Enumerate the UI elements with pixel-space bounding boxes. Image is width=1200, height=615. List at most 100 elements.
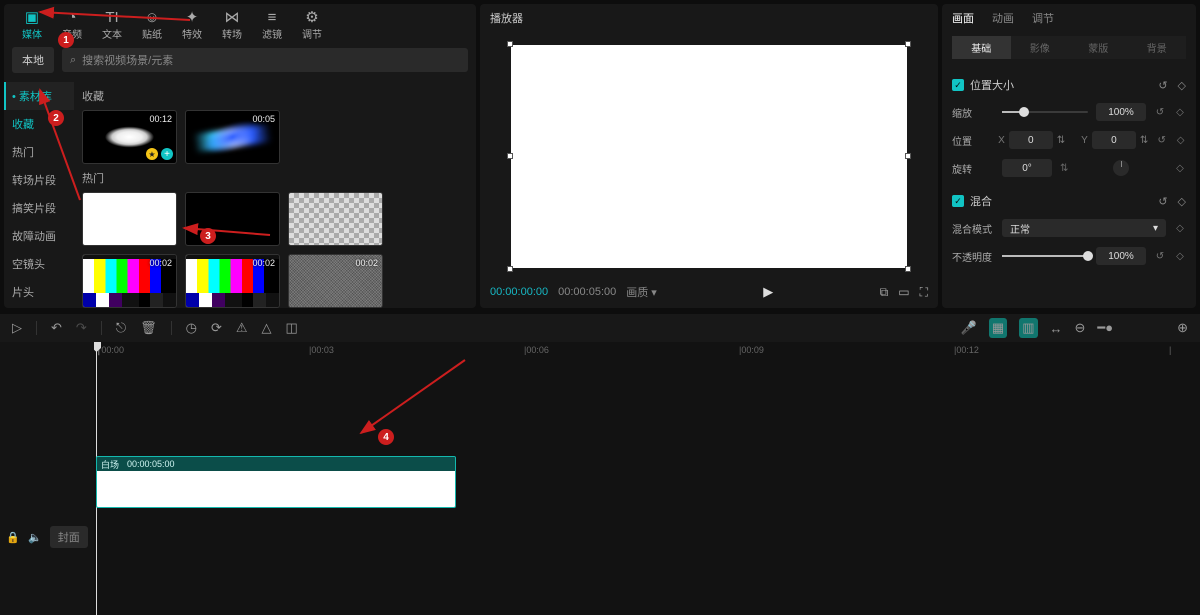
time-ruler[interactable]: ┃00:00 |00:03 |00:06 |00:09 |00:12 | (94, 342, 1200, 360)
slider-scale[interactable] (1002, 111, 1088, 113)
subtab-basic[interactable]: 基础 (952, 36, 1011, 59)
side-library[interactable]: • 素材库 (4, 82, 74, 110)
zoom-in-icon[interactable]: ⊕ (1177, 320, 1188, 336)
handle-bl[interactable] (507, 266, 513, 272)
rot-value[interactable]: 0° (1002, 159, 1052, 177)
clip-thumb-bars[interactable]: 00:02 (185, 254, 280, 308)
lock-icon[interactable]: 🔒 (6, 531, 20, 544)
play-button[interactable]: ▶ (667, 284, 870, 300)
reset-mix-icon[interactable]: ↺ (1158, 195, 1167, 208)
speed-icon[interactable]: ◷ (186, 320, 197, 336)
side-transition-clips[interactable]: 转场片段 (4, 166, 74, 194)
reset-scale-icon[interactable]: ↺ (1154, 107, 1166, 118)
media-side-nav: • 素材库 收藏 热门 转场片段 搞笑片段 故障动画 空镜头 片头 (4, 80, 74, 308)
player-stage[interactable] (480, 32, 938, 280)
mixmode-select[interactable]: 正常▾ (1002, 219, 1166, 237)
kf-mix-icon[interactable]: ◇ (1178, 195, 1186, 208)
redo-icon[interactable]: ↷ (76, 320, 87, 336)
kf-mixmode-icon[interactable]: ◇ (1174, 223, 1186, 234)
mic-icon[interactable]: 🎤 (961, 320, 977, 336)
side-empty-shot[interactable]: 空镜头 (4, 250, 74, 278)
timeline-clip[interactable]: 白场00:00:05:00 (96, 456, 456, 508)
kf-rot-icon[interactable]: ◇ (1174, 163, 1186, 174)
pos-y[interactable]: 0 (1092, 131, 1136, 149)
rot-knob[interactable] (1113, 160, 1129, 176)
nav-transition[interactable]: ⋈转场 (212, 8, 252, 41)
add-icon[interactable]: + (161, 148, 173, 160)
subtab-mask[interactable]: 蒙版 (1069, 36, 1128, 59)
handle-ml[interactable] (507, 153, 513, 159)
keyframe-icon[interactable]: ◇ (1178, 79, 1186, 92)
slider-opacity[interactable] (1002, 255, 1088, 257)
reset-pos-icon[interactable]: ↺ (1156, 135, 1167, 146)
handle-mr[interactable] (905, 153, 911, 159)
delete-icon[interactable]: 🗑 (140, 320, 157, 336)
anno-badge-4: 4 (378, 429, 394, 445)
flip-v-icon[interactable]: △ (262, 320, 272, 336)
side-glitch[interactable]: 故障动画 (4, 222, 74, 250)
opacity-value[interactable]: 100% (1096, 247, 1146, 265)
subtab-bg[interactable]: 背景 (1128, 36, 1187, 59)
player-canvas[interactable] (511, 45, 907, 268)
reset-icon[interactable]: ↺ (1158, 79, 1167, 92)
clip-thumb-white[interactable] (82, 192, 177, 246)
zoom-slider[interactable]: ━● (1097, 320, 1113, 336)
track-magnet-icon[interactable]: ▦ (989, 318, 1007, 338)
handle-tr[interactable] (905, 41, 911, 47)
handle-br[interactable] (905, 266, 911, 272)
side-intro[interactable]: 片头 (4, 278, 74, 306)
ratio-icon[interactable]: ⧉ (880, 285, 889, 300)
timeline-tracks[interactable]: ┃00:00 |00:03 |00:06 |00:09 |00:12 | 白场0… (94, 342, 1200, 615)
tab-adjust[interactable]: 调节 (1032, 10, 1054, 26)
local-button[interactable]: 本地 (12, 47, 54, 73)
nav-effect[interactable]: ✦特效 (172, 8, 212, 41)
media-panel: ▣媒体 ◔音频 TI文本 ☺贴纸 ✦特效 ⋈转场 ≡滤镜 ⚙调节 本地 ⌕搜索视… (4, 4, 476, 308)
nav-filter[interactable]: ≡滤镜 (252, 8, 292, 41)
zoom-out-icon[interactable]: ⊖ (1075, 320, 1086, 336)
quality-select[interactable]: 画质 ▾ (626, 284, 657, 300)
nav-media[interactable]: ▣媒体 (12, 8, 52, 41)
align-icon[interactable]: ↔ (1050, 321, 1063, 336)
filter-icon: ≡ (252, 8, 292, 26)
flip-h-icon[interactable]: ⚠ (236, 320, 248, 336)
rotate-cw-icon[interactable]: ⟳ (211, 320, 222, 336)
player-title: 播放器 (480, 4, 938, 32)
text-icon: TI (92, 8, 132, 26)
clip-thumb-alpha[interactable] (288, 192, 383, 246)
crop-icon[interactable]: ◫ (286, 320, 298, 336)
clip-thumb-noise[interactable]: 00:02 (288, 254, 383, 308)
subtab-image[interactable]: 影像 (1011, 36, 1070, 59)
tab-anim[interactable]: 动画 (992, 10, 1014, 26)
undo-icon[interactable]: ↶ (51, 320, 62, 336)
nav-adjust[interactable]: ⚙调节 (292, 8, 332, 41)
adjust-icon: ⚙ (292, 8, 332, 26)
kf-pos-icon[interactable]: ◇ (1175, 135, 1186, 146)
split-icon[interactable]: ⎋ (116, 320, 126, 336)
mute-icon[interactable]: 🔈 (28, 531, 42, 544)
star-icon[interactable]: ★ (146, 148, 158, 160)
side-hot[interactable]: 热门 (4, 138, 74, 166)
checkbox-mix[interactable]: ✓ (952, 195, 964, 207)
checkbox-pos-size[interactable]: ✓ (952, 79, 964, 91)
track-link-icon[interactable]: ▥ (1019, 318, 1037, 338)
nav-sticker[interactable]: ☺贴纸 (132, 8, 172, 41)
cover-button[interactable]: 封面 (50, 526, 88, 548)
clip-thumb[interactable]: 00:05 (185, 110, 280, 164)
kf-scale-icon[interactable]: ◇ (1174, 107, 1186, 118)
pos-x[interactable]: 0 (1009, 131, 1053, 149)
side-funny-clips[interactable]: 搞笑片段 (4, 194, 74, 222)
select-tool-icon[interactable]: ▷ (12, 320, 22, 336)
reset-opacity-icon[interactable]: ↺ (1154, 251, 1166, 262)
compare-icon[interactable]: ▭ (898, 285, 909, 299)
side-fav[interactable]: 收藏 (4, 110, 74, 138)
search-input[interactable]: ⌕搜索视频场景/元素 (62, 48, 468, 72)
search-icon: ⌕ (70, 54, 76, 67)
nav-text[interactable]: TI文本 (92, 8, 132, 41)
kf-opacity-icon[interactable]: ◇ (1174, 251, 1186, 262)
fullscreen-icon[interactable]: ⛶ (920, 285, 928, 300)
clip-thumb[interactable]: 00:12★+ (82, 110, 177, 164)
scale-value[interactable]: 100% (1096, 103, 1146, 121)
tab-picture[interactable]: 画面 (952, 10, 974, 26)
handle-tl[interactable] (507, 41, 513, 47)
clip-thumb-bars[interactable]: 00:02 (82, 254, 177, 308)
